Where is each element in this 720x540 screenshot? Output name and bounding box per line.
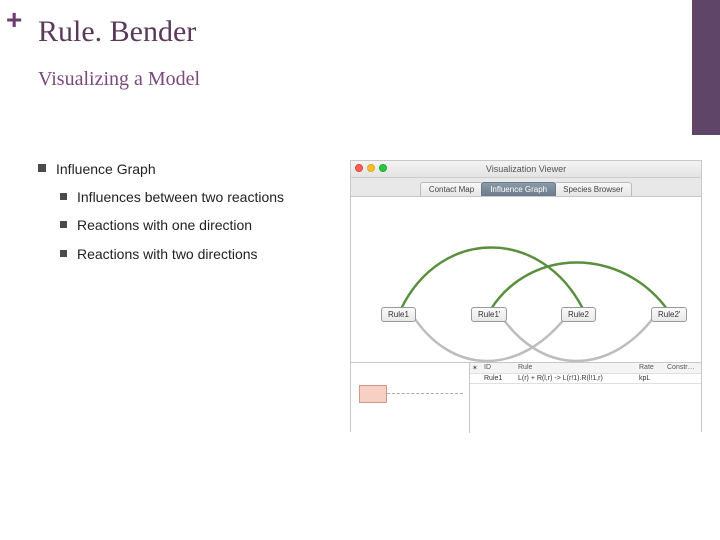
table-row[interactable]: Rule1 L(r) + R(l,r) -> L(r!1).R(l!1,r) k…: [470, 374, 701, 384]
rules-table: ✶ ID Rule Rate Constr… Rule1 L(r) + R(l,…: [470, 363, 701, 433]
tab-influence-graph[interactable]: Influence Graph: [481, 182, 556, 196]
cell-constr: [667, 375, 699, 382]
list-item: Influence Graph: [38, 160, 338, 178]
cell-rule: L(r) + R(l,r) -> L(r!1).R(l!1,r): [518, 375, 639, 382]
plus-accent-icon: +: [6, 4, 22, 36]
influence-edges: [351, 197, 703, 362]
bullet-text: Reactions with two directions: [77, 245, 258, 263]
slide-subtitle: Visualizing a Model: [38, 68, 200, 91]
bullet-text: Reactions with one direction: [77, 216, 252, 234]
graph-node-rule2p[interactable]: Rule2': [651, 307, 687, 322]
col-id: ID: [484, 364, 518, 372]
zoom-icon[interactable]: [379, 164, 387, 172]
square-bullet-icon: [60, 250, 67, 257]
tab-species-browser[interactable]: Species Browser: [554, 182, 632, 196]
list-item: Influences between two reactions: [60, 188, 338, 206]
graph-node-rule2[interactable]: Rule2: [561, 307, 596, 322]
cell-star: [472, 375, 484, 382]
visualization-viewer-window: Visualization Viewer Contact Map Influen…: [350, 160, 702, 432]
close-icon[interactable]: [355, 164, 363, 172]
tab-contact-map[interactable]: Contact Map: [420, 182, 483, 196]
square-bullet-icon: [38, 164, 46, 172]
cell-rate: kpL: [639, 375, 667, 382]
graph-canvas[interactable]: Rule1 Rule1' Rule2 Rule2': [351, 197, 701, 362]
slide-title: Rule. Bender: [38, 15, 196, 49]
col-rule: Rule: [518, 364, 639, 372]
accent-stripe: [692, 0, 720, 135]
bullet-text: Influence Graph: [56, 160, 156, 178]
table-header: ✶ ID Rule Rate Constr…: [470, 363, 701, 374]
minimap-panel[interactable]: [351, 363, 470, 433]
col-constr: Constr…: [667, 364, 699, 372]
cell-id: Rule1: [484, 375, 518, 382]
tabbar: Contact Map Influence Graph Species Brow…: [351, 178, 701, 197]
minimap-line: [387, 393, 463, 394]
col-star: ✶: [472, 364, 484, 372]
col-rate: Rate: [639, 364, 667, 372]
square-bullet-icon: [60, 193, 67, 200]
window-controls: [355, 164, 387, 172]
list-item: Reactions with two directions: [60, 245, 338, 263]
bullet-content: Influence Graph Influences between two r…: [38, 160, 338, 273]
graph-node-rule1p[interactable]: Rule1': [471, 307, 507, 322]
minimize-icon[interactable]: [367, 164, 375, 172]
list-item: Reactions with one direction: [60, 216, 338, 234]
square-bullet-icon: [60, 221, 67, 228]
minimap-viewport[interactable]: [359, 385, 387, 403]
window-title: Visualization Viewer: [351, 161, 701, 177]
window-titlebar: Visualization Viewer: [351, 161, 701, 178]
bullet-text: Influences between two reactions: [77, 188, 284, 206]
graph-node-rule1[interactable]: Rule1: [381, 307, 416, 322]
bottom-panel: ✶ ID Rule Rate Constr… Rule1 L(r) + R(l,…: [351, 362, 701, 433]
